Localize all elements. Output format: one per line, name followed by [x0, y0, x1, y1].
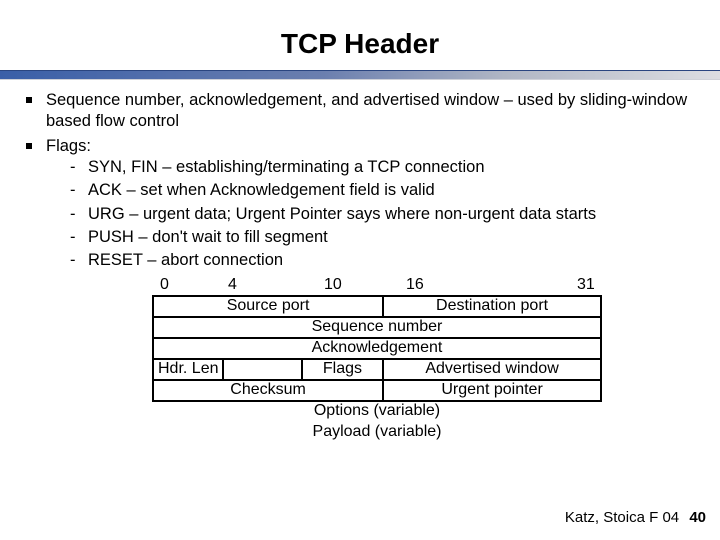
footer: Katz, Stoica F 04 40 [565, 509, 706, 526]
page-number: 40 [689, 509, 706, 526]
field-adv-window: Advertised window [383, 359, 601, 380]
sub-item: SYN, FIN – establishing/terminating a TC… [70, 157, 698, 178]
field-checksum: Checksum [153, 380, 383, 401]
field-ack: Acknowledgement [153, 338, 601, 359]
field-options: Options (variable) [153, 401, 601, 422]
bit-label: 31 [577, 275, 595, 295]
field-sequence: Sequence number [153, 317, 601, 338]
sub-item: RESET – abort connection [70, 250, 698, 271]
field-reserved [223, 359, 301, 380]
slide-title: TCP Header [0, 0, 720, 70]
sub-item: ACK – set when Acknowledgement field is … [70, 180, 698, 201]
divider [0, 70, 720, 80]
sub-item: PUSH – don't wait to fill segment [70, 227, 698, 248]
field-urgent: Urgent pointer [383, 380, 601, 401]
field-source-port: Source port [153, 296, 383, 317]
slide-content: Sequence number, acknowledgement, and ad… [0, 80, 720, 443]
field-hdrlen: Hdr. Len [153, 359, 223, 380]
bit-label: 0 [160, 275, 169, 295]
bullet-item: Flags: SYN, FIN – establishing/terminati… [22, 136, 698, 271]
bullet-item: Sequence number, acknowledgement, and ad… [22, 90, 698, 132]
sub-item: URG – urgent data; Urgent Pointer says w… [70, 204, 698, 225]
footer-credit: Katz, Stoica F 04 [565, 509, 679, 526]
bit-label: 10 [324, 275, 342, 295]
bullet-list: Sequence number, acknowledgement, and ad… [22, 90, 698, 271]
bit-labels: 0 4 10 16 31 [152, 275, 602, 295]
bullet-text: Flags: [46, 137, 91, 155]
tcp-header-table: Source port Destination port Sequence nu… [152, 295, 602, 443]
sub-list: SYN, FIN – establishing/terminating a TC… [46, 157, 698, 271]
field-dest-port: Destination port [383, 296, 601, 317]
bit-label: 4 [228, 275, 237, 295]
tcp-header-diagram: 0 4 10 16 31 Source port Destination por… [152, 275, 602, 443]
bit-label: 16 [406, 275, 424, 295]
field-flags: Flags [302, 359, 383, 380]
field-payload: Payload (variable) [153, 422, 601, 443]
